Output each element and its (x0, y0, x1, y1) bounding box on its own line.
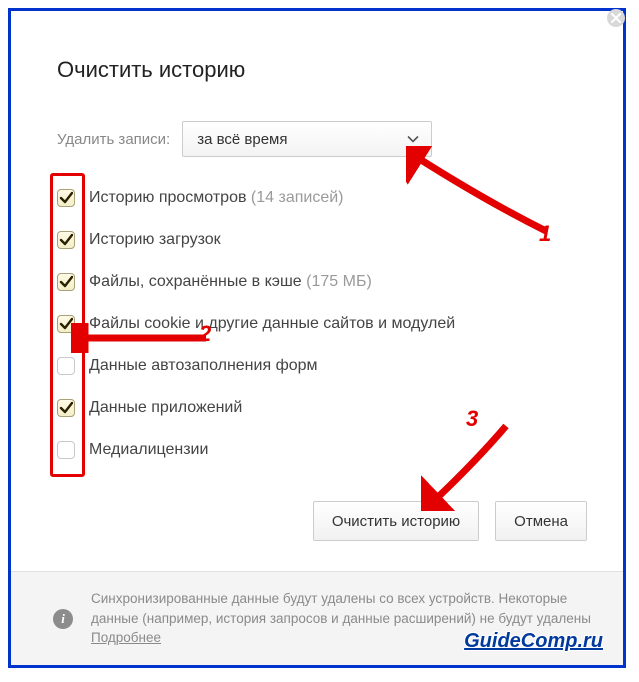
label-cookies: Файлы cookie и другие данные сайтов и мо… (89, 315, 455, 333)
close-button[interactable] (607, 9, 625, 27)
item-browsing-history: Историю просмотров (14 записей) (57, 177, 455, 219)
label-browsing-history: Историю просмотров (14 записей) (89, 189, 343, 207)
time-range-select[interactable]: за всё время (182, 121, 432, 157)
checkbox-app-data[interactable] (57, 399, 75, 417)
item-media-licenses: Медиалицензии (57, 429, 455, 471)
item-download-history: Историю загрузок (57, 219, 455, 261)
dialog-title: Очистить историю (57, 57, 245, 83)
time-range-label: Удалить записи: (57, 131, 170, 148)
label-cache: Файлы, сохранённые в кэше (175 МБ) (89, 273, 372, 291)
label-download-history: Историю загрузок (89, 231, 221, 249)
chevron-down-icon (407, 131, 419, 148)
watermark: GuideComp.ru (464, 630, 603, 653)
time-range-value: за всё время (197, 131, 287, 148)
checkbox-cookies[interactable] (57, 315, 75, 333)
footer-link[interactable]: Подробнее (91, 630, 161, 645)
checkbox-list: Историю просмотров (14 записей) Историю … (57, 177, 455, 471)
label-media-licenses: Медиалицензии (89, 441, 208, 459)
checkbox-autofill[interactable] (57, 357, 75, 375)
info-icon: i (53, 609, 73, 629)
button-row: Очистить историю Отмена (313, 501, 587, 541)
time-range-row: Удалить записи: за всё время (57, 121, 432, 157)
check-icon (59, 401, 73, 415)
item-cookies: Файлы cookie и другие данные сайтов и мо… (57, 303, 455, 345)
checkbox-media-licenses[interactable] (57, 441, 75, 459)
clear-button[interactable]: Очистить историю (313, 501, 479, 541)
checkbox-cache[interactable] (57, 273, 75, 291)
item-cache: Файлы, сохранённые в кэше (175 МБ) (57, 261, 455, 303)
cancel-button[interactable]: Отмена (495, 501, 587, 541)
clear-history-dialog: Очистить историю Удалить записи: за всё … (8, 8, 626, 668)
check-icon (59, 233, 73, 247)
check-icon (59, 317, 73, 331)
check-icon (59, 191, 73, 205)
checkbox-browsing-history[interactable] (57, 189, 75, 207)
check-icon (59, 275, 73, 289)
label-autofill: Данные автозаполнения форм (89, 357, 318, 375)
item-app-data: Данные приложений (57, 387, 455, 429)
label-app-data: Данные приложений (89, 399, 242, 417)
item-autofill: Данные автозаполнения форм (57, 345, 455, 387)
close-icon (611, 13, 621, 23)
checkbox-download-history[interactable] (57, 231, 75, 249)
